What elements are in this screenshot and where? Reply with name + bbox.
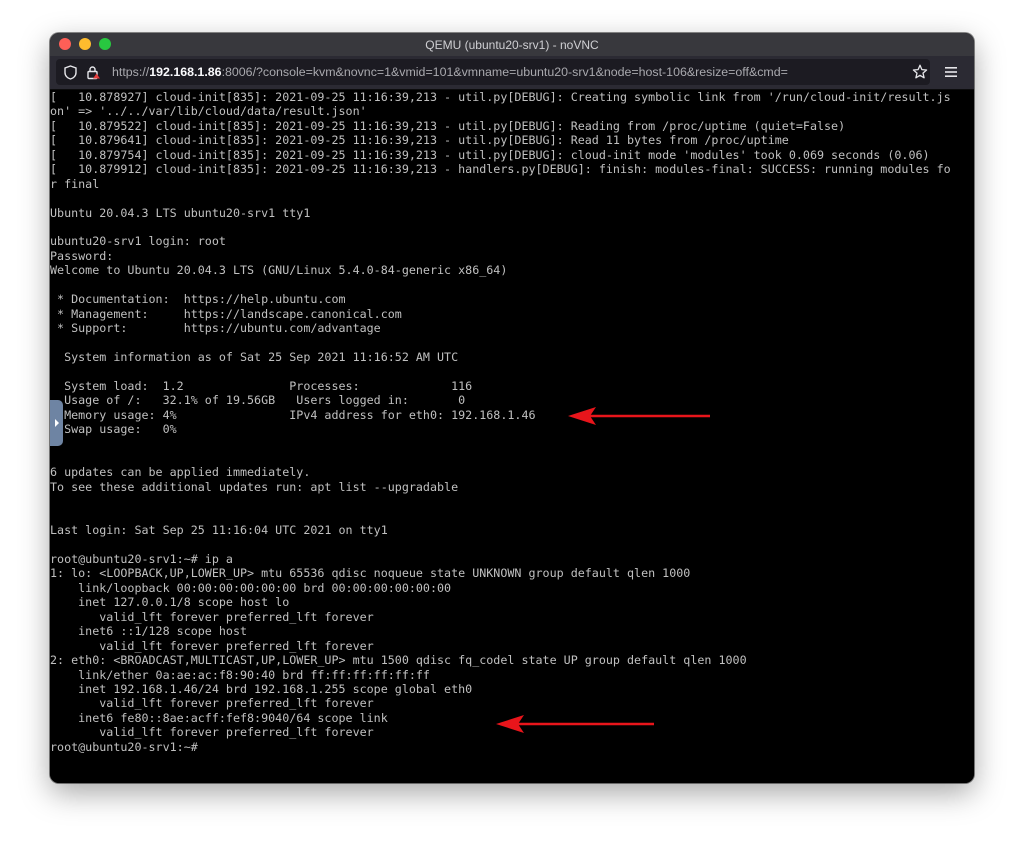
url-path: :8006/?console=kvm&novnc=1&vmid=101&vmna…	[221, 65, 788, 79]
address-bar[interactable]: https://192.168.1.86:8006/?console=kvm&n…	[56, 59, 930, 85]
vnc-screen[interactable]: [ 10.878927] cloud-init[835]: 2021-09-25…	[50, 90, 974, 783]
annotation-arrow-inet	[496, 715, 654, 733]
minimize-window-button[interactable]	[79, 38, 91, 50]
close-window-button[interactable]	[59, 38, 71, 50]
maximize-window-button[interactable]	[99, 38, 111, 50]
annotation-layer	[496, 407, 710, 733]
bookmark-star-icon[interactable]	[912, 64, 928, 85]
hamburger-menu-icon[interactable]	[944, 65, 958, 83]
window-title: QEMU (ubuntu20-srv1) - noVNC	[425, 37, 599, 52]
browser-toolbar: https://192.168.1.86:8006/?console=kvm&n…	[50, 56, 974, 90]
window-controls	[59, 38, 111, 50]
lock-icon[interactable]	[86, 64, 102, 80]
shield-icon[interactable]	[64, 64, 78, 80]
url-text[interactable]: https://192.168.1.86:8006/?console=kvm&n…	[112, 65, 788, 79]
annotation-arrow-ipv4	[568, 407, 710, 425]
url-scheme: https://	[112, 65, 150, 79]
browser-window: QEMU (ubuntu20-srv1) - noVNC https://192…	[50, 33, 974, 783]
title-bar: QEMU (ubuntu20-srv1) - noVNC	[50, 33, 974, 56]
url-host: 192.168.1.86	[149, 65, 222, 79]
